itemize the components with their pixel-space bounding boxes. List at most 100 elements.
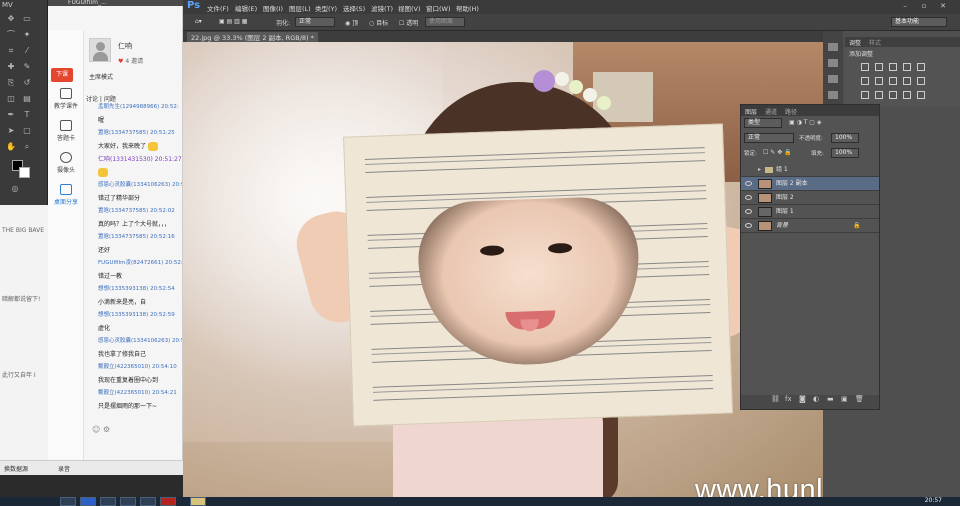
text-tool-icon[interactable]: T xyxy=(22,110,32,119)
use-pattern-button[interactable]: 使用图案 xyxy=(425,17,465,27)
layer-row-selected[interactable]: 图层 2 副本 xyxy=(741,177,879,191)
taskbar-app[interactable] xyxy=(140,497,156,506)
lock-icons[interactable]: ☐ ✎ ✥ 🔒 xyxy=(763,149,792,156)
layer-row-background[interactable]: 背景 🔒 xyxy=(741,219,879,233)
workspace-select[interactable]: 基本功能 xyxy=(891,17,947,27)
invite-count[interactable]: ♥ 4 邀请 xyxy=(118,56,143,65)
option-top-radio[interactable]: ◉ 顶 xyxy=(345,18,358,27)
curves-icon[interactable] xyxy=(889,63,897,71)
maximize-button[interactable]: ▫ xyxy=(918,2,930,11)
image-canvas[interactable]: www.hunls.com xyxy=(183,42,823,497)
new-group-icon[interactable]: ▬ xyxy=(827,395,834,403)
minimize-button[interactable]: – xyxy=(899,2,911,11)
background-color[interactable] xyxy=(19,167,30,178)
tab-paths[interactable]: 路径 xyxy=(785,107,797,116)
photo-filter-icon[interactable] xyxy=(903,77,911,85)
layer-row-group[interactable]: ▸ 组 1 xyxy=(741,163,879,177)
chat-titlebar[interactable]: FUGUIfilm_... xyxy=(48,0,183,6)
menu-window[interactable]: 窗口(W) xyxy=(426,3,451,13)
exposure-icon[interactable] xyxy=(903,63,911,71)
menu-file[interactable]: 文件(F) xyxy=(207,3,229,13)
pen-tool-icon[interactable]: ✒ xyxy=(6,110,16,119)
menu-layer[interactable]: 图层(L) xyxy=(289,3,311,13)
move-tool-icon[interactable]: ✥ xyxy=(6,14,16,23)
gradient-map-icon[interactable] xyxy=(903,91,911,99)
brightness-icon[interactable] xyxy=(861,63,869,71)
history-panel-icon[interactable] xyxy=(828,43,838,51)
add-mask-icon[interactable]: ◙ xyxy=(799,395,806,403)
courseware-button[interactable]: 教学课件 xyxy=(50,88,82,110)
layer-row[interactable]: 图层 2 xyxy=(741,191,879,205)
option-target-radio[interactable]: ○ 目标 xyxy=(369,18,388,27)
taskbar-app[interactable] xyxy=(100,497,116,506)
visibility-eye-icon[interactable] xyxy=(745,195,752,200)
switch-source-button[interactable]: 换数据源 xyxy=(4,464,28,473)
hand-tool-icon[interactable]: ✋ xyxy=(6,142,16,151)
properties-panel-icon[interactable] xyxy=(828,59,838,67)
wand-tool-icon[interactable]: ✦ xyxy=(22,30,32,39)
blend-mode-select[interactable]: 正常 xyxy=(744,133,794,143)
menu-edit[interactable]: 编辑(E) xyxy=(235,3,257,13)
visibility-eye-icon[interactable] xyxy=(745,223,752,228)
taskbar-folder[interactable] xyxy=(190,497,206,506)
menu-filter[interactable]: 滤镜(T) xyxy=(371,3,393,13)
link-layers-icon[interactable]: ⛓ xyxy=(771,395,780,403)
layer-kind-filter[interactable]: 类型 xyxy=(744,118,782,128)
taskbar-app[interactable] xyxy=(160,497,176,506)
tab-adjustments[interactable]: 调整 xyxy=(849,38,861,47)
tab-layers[interactable]: 图层 xyxy=(745,107,757,116)
mode-selector[interactable]: 主席模式 xyxy=(89,72,113,81)
fx-icon[interactable]: fx xyxy=(785,395,792,403)
answer-card-button[interactable]: 答题卡 xyxy=(50,120,82,142)
document-tab[interactable]: 22.jpg @ 33.3% (图层 2 副本, RGB/8) * xyxy=(187,32,318,42)
invert-icon[interactable] xyxy=(861,91,869,99)
character-panel-icon[interactable] xyxy=(828,75,838,83)
menu-view[interactable]: 视图(V) xyxy=(398,3,421,13)
camera-button[interactable]: 摄像头 xyxy=(50,152,82,174)
vibrance-icon[interactable] xyxy=(917,63,925,71)
quick-mask-icon[interactable]: ◎ xyxy=(10,184,20,193)
layer-row[interactable]: 图层 1 xyxy=(741,205,879,219)
eyedropper-tool-icon[interactable]: ⁄ xyxy=(22,46,32,55)
stamp-tool-icon[interactable]: ⎘ xyxy=(6,78,16,87)
filter-icons[interactable]: ▣ ◑ T ▢ ◈ xyxy=(789,119,821,126)
new-layer-icon[interactable]: ▣ xyxy=(841,395,848,403)
new-adjustment-icon[interactable]: ◐ xyxy=(813,395,819,403)
avatar[interactable] xyxy=(89,38,111,62)
screen-share-button[interactable]: 桌面分享 xyxy=(50,184,82,206)
color-balance-icon[interactable] xyxy=(875,77,883,85)
history-brush-icon[interactable]: ↺ xyxy=(22,78,32,87)
channel-mixer-icon[interactable] xyxy=(917,77,925,85)
lasso-tool-icon[interactable]: ⌒ xyxy=(6,30,16,39)
menu-type[interactable]: 类型(Y) xyxy=(315,3,337,13)
tool-preset-icon[interactable]: ⌂▾ xyxy=(195,18,202,25)
posterize-icon[interactable] xyxy=(875,91,883,99)
visibility-eye-icon[interactable] xyxy=(745,181,752,186)
shape-tool-icon[interactable]: ▢ xyxy=(22,126,32,135)
settings-icon[interactable]: ⚙ xyxy=(103,425,110,434)
selection-mode-icons[interactable]: ▣ ▤ ▥ ▦ xyxy=(219,18,247,25)
menu-help[interactable]: 帮助(H) xyxy=(456,3,479,13)
brush-tool-icon[interactable]: ✎ xyxy=(22,62,32,71)
emoji-picker-icon[interactable]: ☺ xyxy=(92,425,100,434)
gradient-tool-icon[interactable]: ▤ xyxy=(22,94,32,103)
record-button[interactable]: 录音 xyxy=(58,464,70,473)
tab-styles[interactable]: 样式 xyxy=(869,38,881,47)
black-white-icon[interactable] xyxy=(889,77,897,85)
option-transparent-checkbox[interactable]: ☐ 透明 xyxy=(399,18,418,27)
paragraph-panel-icon[interactable] xyxy=(828,91,838,99)
heal-tool-icon[interactable]: ✚ xyxy=(6,62,16,71)
levels-icon[interactable] xyxy=(875,63,883,71)
menu-select[interactable]: 选择(S) xyxy=(343,3,365,13)
taskbar-app[interactable] xyxy=(120,497,136,506)
marquee-tool-icon[interactable]: ▭ xyxy=(22,14,32,23)
eraser-tool-icon[interactable]: ◫ xyxy=(6,94,16,103)
tab-channels[interactable]: 通道 xyxy=(765,107,777,116)
fill-input[interactable]: 100% xyxy=(831,148,859,158)
selective-color-icon[interactable] xyxy=(917,91,925,99)
taskbar-photoshop[interactable] xyxy=(80,497,96,506)
menu-image[interactable]: 图像(I) xyxy=(263,3,283,13)
opacity-input[interactable]: 100% xyxy=(831,133,859,143)
end-class-button[interactable]: 下课 xyxy=(51,68,73,82)
path-select-icon[interactable]: ➤ xyxy=(6,126,16,135)
